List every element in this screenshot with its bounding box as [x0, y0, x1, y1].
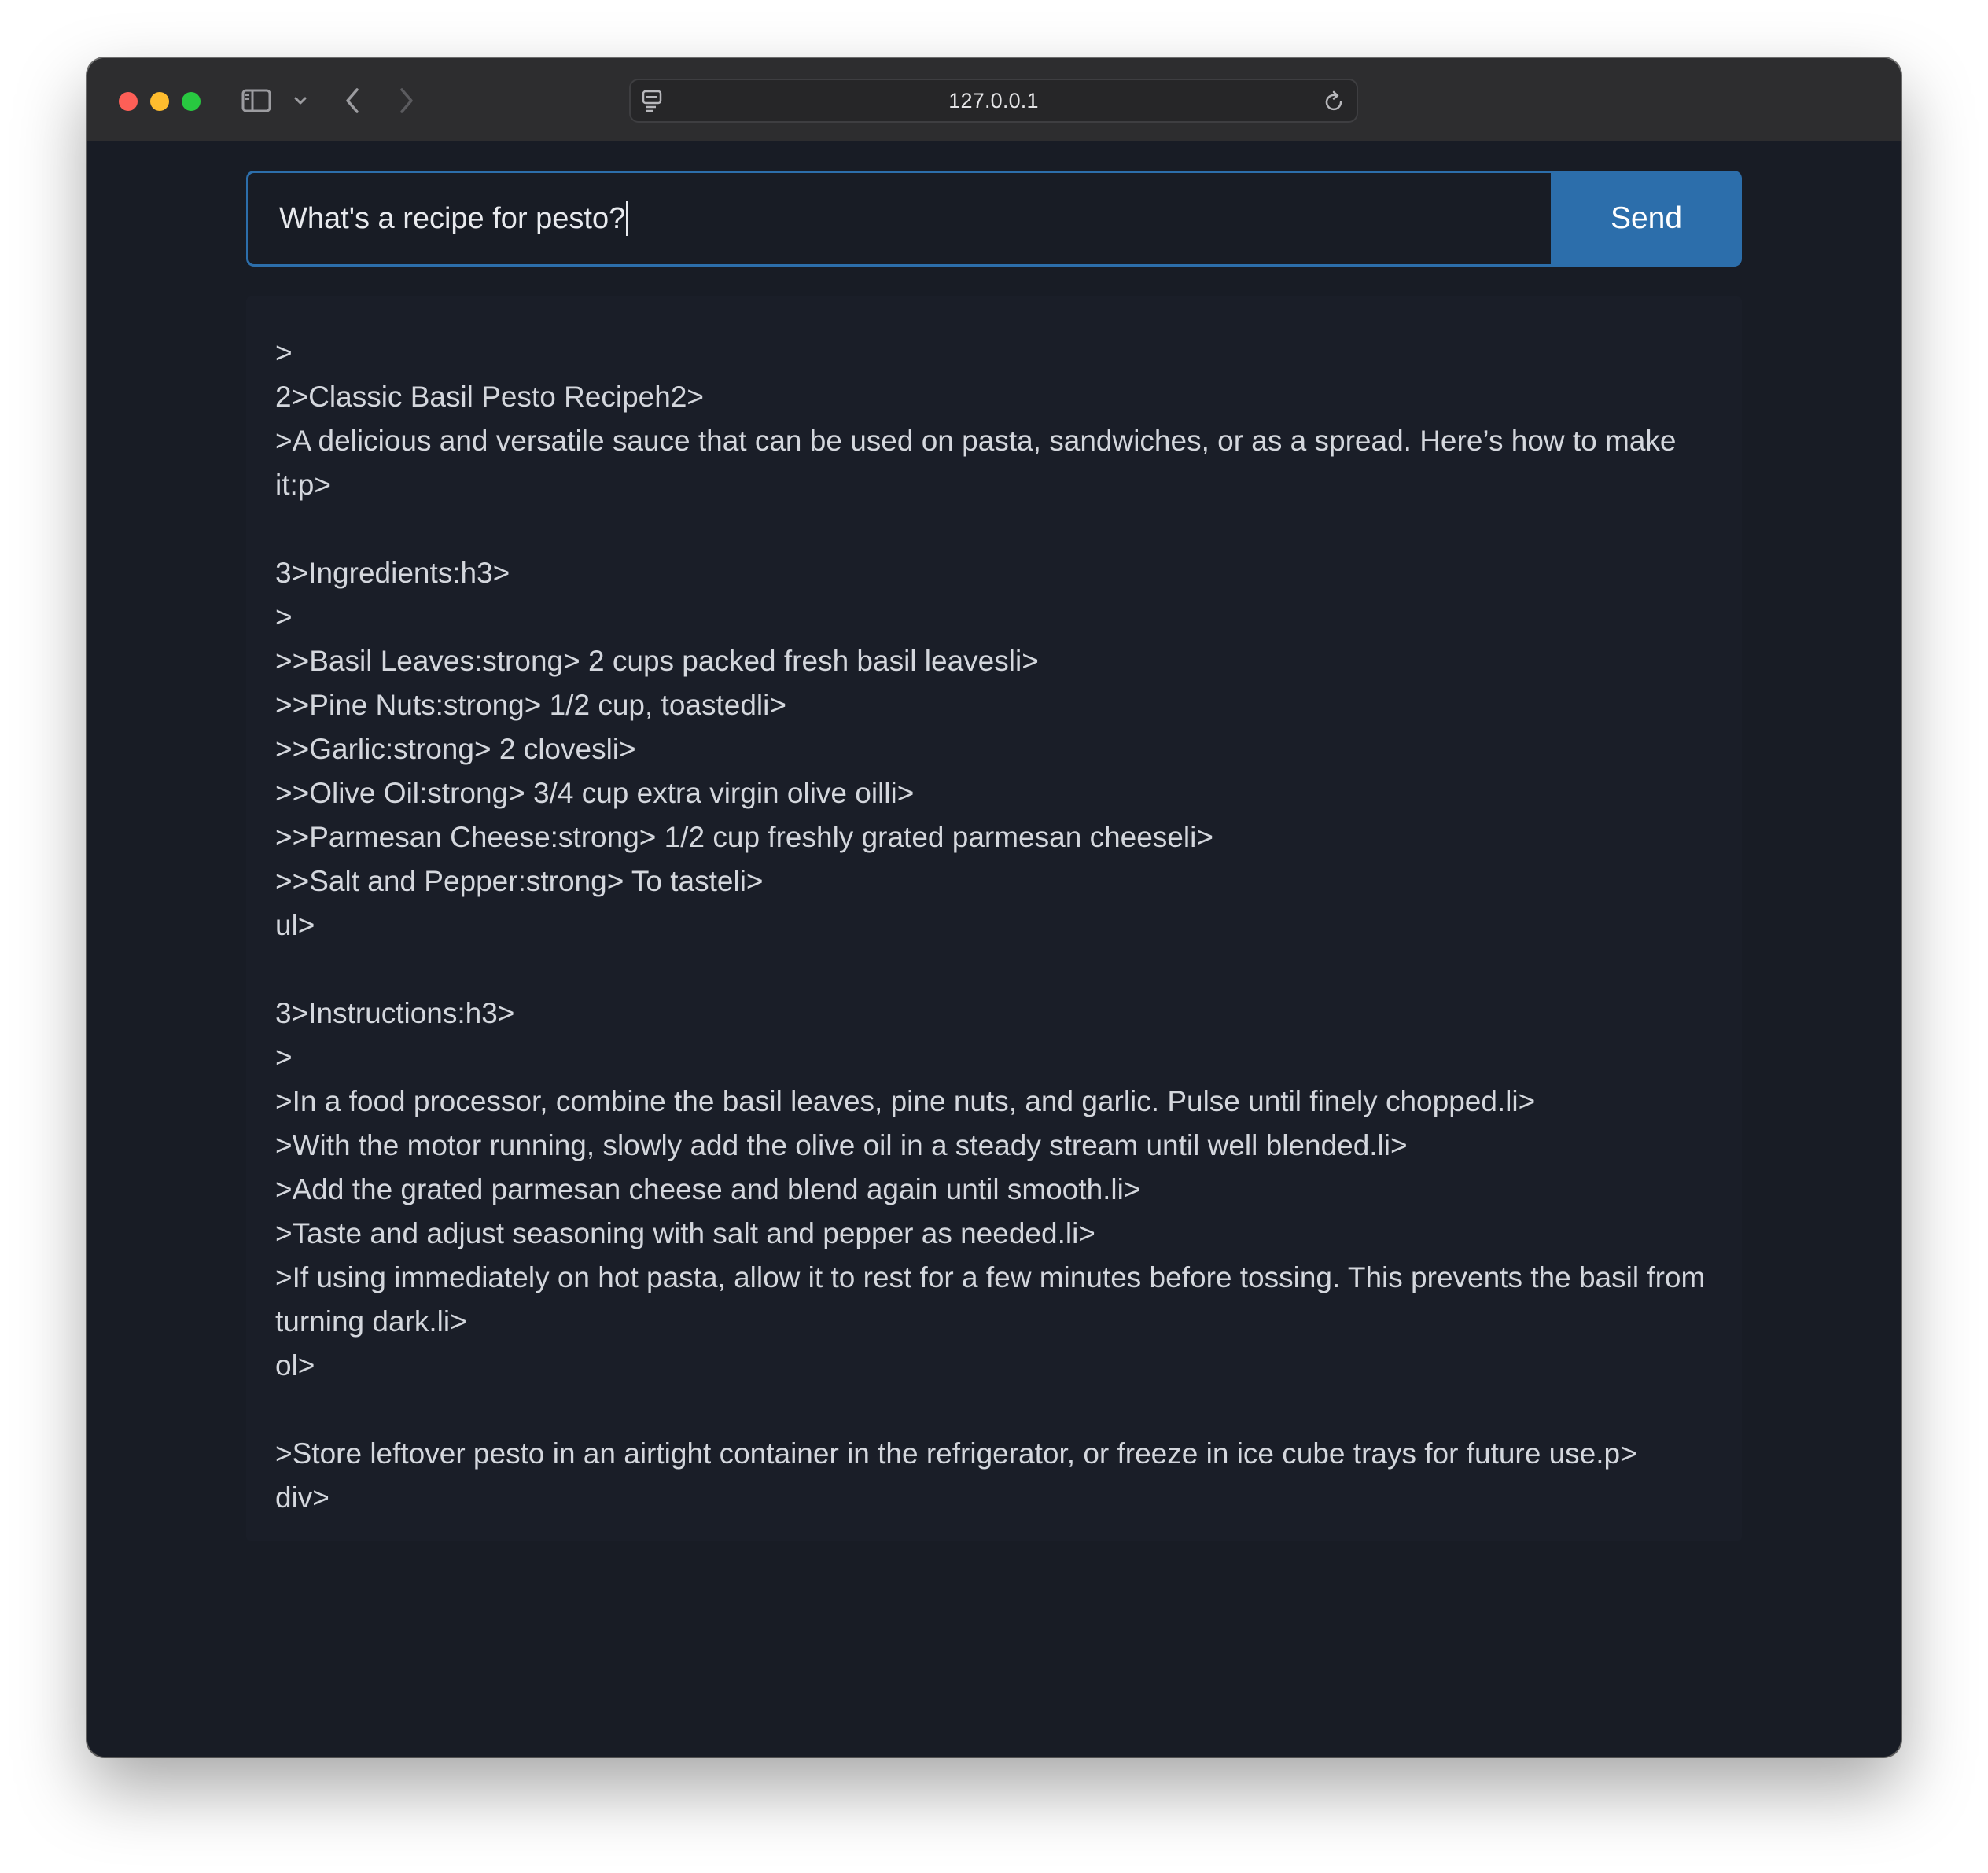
response-line: 3>Instructions:h3>: [275, 997, 515, 1029]
forward-arrow-icon[interactable]: [395, 82, 418, 120]
browser-window: 127.0.0.1 What's a recipe for pesto? Sen…: [87, 58, 1901, 1757]
response-line: >: [275, 601, 293, 633]
response-line: >Store leftover pesto in an airtight con…: [275, 1437, 1637, 1470]
response-line: 2>Classic Basil Pesto Recipeh2>: [275, 381, 705, 413]
minimize-window-button[interactable]: [150, 92, 169, 111]
response-line: >>Olive Oil:strong> 3/4 cup extra virgin…: [275, 777, 915, 809]
address-bar[interactable]: 127.0.0.1: [629, 79, 1358, 123]
prompt-input[interactable]: What's a recipe for pesto?: [246, 171, 1551, 267]
chat-form: What's a recipe for pesto? Send: [246, 171, 1742, 267]
response-line: >Add the grated parmesan cheese and blen…: [275, 1173, 1141, 1205]
chevron-down-icon[interactable]: [292, 82, 309, 120]
sidebar-icon[interactable]: [240, 82, 273, 120]
response-line: >>Basil Leaves:strong> 2 cups packed fre…: [275, 645, 1039, 677]
response-blank-line: [275, 948, 1714, 992]
response-line: div>: [275, 1481, 329, 1514]
response-line: >: [275, 337, 293, 369]
response-line: >A delicious and versatile sauce that ca…: [275, 425, 1677, 501]
back-arrow-icon[interactable]: [341, 82, 364, 120]
prompt-input-value: What's a recipe for pesto?: [279, 201, 626, 235]
response-output: >2>Classic Basil Pesto Recipeh2> >A delic…: [246, 296, 1742, 1541]
url-text: 127.0.0.1: [948, 88, 1039, 112]
zoom-window-button[interactable]: [182, 92, 201, 111]
page-content: What's a recipe for pesto? Send >2>Class…: [87, 141, 1901, 1757]
response-line: 3>Ingredients:h3>: [275, 557, 510, 589]
response-line: >>Garlic:strong> 2 clovesli>: [275, 733, 636, 765]
close-window-button[interactable]: [119, 92, 138, 111]
response-line: >If using immediately on hot pasta, allo…: [275, 1261, 1706, 1338]
browser-toolbar: 127.0.0.1: [87, 58, 1901, 142]
response-line: ol>: [275, 1349, 315, 1382]
send-button[interactable]: Send: [1551, 171, 1742, 267]
response-line: >In a food processor, combine the basil …: [275, 1085, 1536, 1117]
response-line: >>Parmesan Cheese:strong> 1/2 cup freshl…: [275, 821, 1213, 853]
response-line: ul>: [275, 909, 315, 941]
response-line: >>Salt and Pepper:strong> To tasteli>: [275, 865, 764, 897]
response-line: >>Pine Nuts:strong> 1/2 cup, toastedli>: [275, 689, 786, 721]
response-blank-line: [275, 1388, 1714, 1432]
response-line: >: [275, 1041, 293, 1073]
response-line: >With the motor running, slowly add the …: [275, 1129, 1408, 1161]
reload-icon[interactable]: [1323, 90, 1346, 117]
response-line: >Taste and adjust seasoning with salt an…: [275, 1217, 1095, 1249]
text-caret: [626, 201, 628, 236]
response-blank-line: [275, 507, 1714, 551]
